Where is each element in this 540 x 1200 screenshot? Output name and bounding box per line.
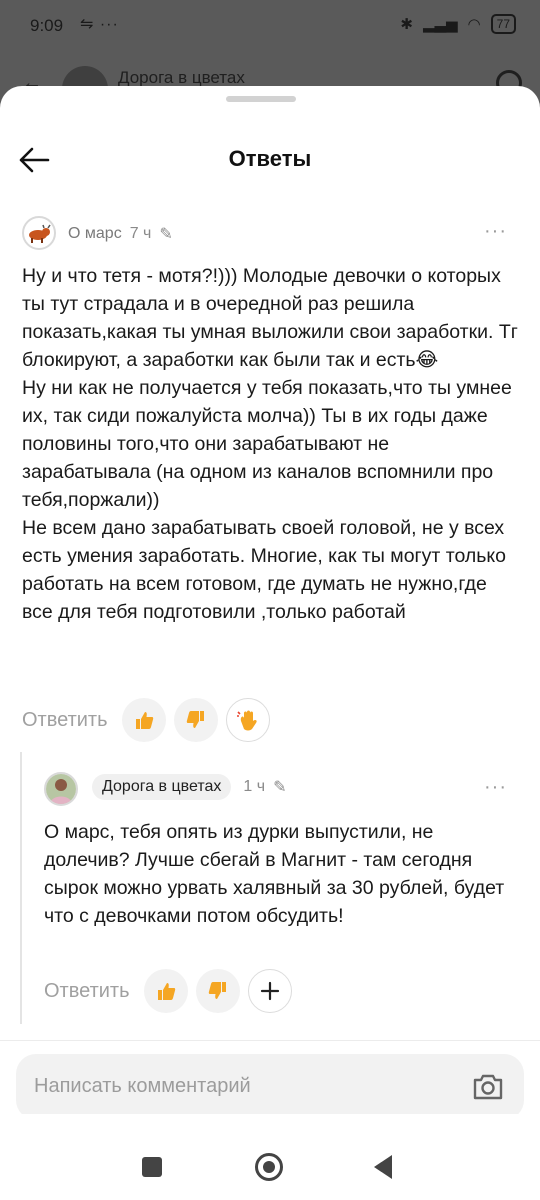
status-bar: 9:09 ⇋ ··· ✱ ▂▃▅ ◠ 77 [0, 0, 540, 52]
thumbs-down-icon[interactable] [195, 969, 240, 1013]
comment-author[interactable]: О марс [68, 225, 122, 243]
reply-text: О марс, тебя опять из дурки выпустили, н… [44, 821, 510, 927]
reply-meta: Дорога в цветах 1 ч ✎ [92, 774, 286, 800]
comment-more-icon[interactable]: ··· [484, 220, 507, 243]
comment-actions: Ответить [22, 698, 270, 742]
wifi-icon: ◠ [467, 16, 481, 33]
battery-icon: 77 [490, 14, 516, 34]
comment-avatar[interactable] [22, 216, 56, 250]
status-time: 9:09 [30, 16, 64, 35]
bull-avatar-icon [29, 224, 51, 243]
sheet-grabber[interactable] [226, 96, 296, 102]
reply-button[interactable]: Ответить [22, 709, 108, 732]
reply-time: 1 ч [243, 778, 266, 795]
comment-time: 7 ч [129, 225, 152, 242]
reply-actions: Ответить [44, 969, 292, 1013]
add-reaction-icon[interactable] [247, 969, 292, 1013]
waving-hand-icon[interactable] [225, 698, 270, 742]
edited-pencil-icon: ✎ [159, 226, 173, 243]
background-title: Дорога в цветах [118, 68, 245, 87]
comment-text: Ну и что тетя - мотя?!))) Молодые девочк… [22, 265, 518, 623]
comment-input-placeholder: Написать комментарий [34, 1075, 251, 1097]
comment-input[interactable]: Написать комментарий [16, 1054, 524, 1120]
thumbs-up-icon[interactable] [143, 969, 188, 1013]
sheet-title: Ответы [228, 146, 312, 171]
edited-pencil-icon: ✎ [273, 779, 287, 796]
bluetooth-icon: ✱ [400, 16, 413, 33]
signal-icon: ▂▃▅ [422, 16, 458, 33]
replies-sheet: Ответы О марс 7 ч ✎ ··· Ну и что тетя - … [0, 86, 540, 1200]
recent-apps-icon[interactable] [142, 1157, 162, 1177]
status-notification-icons: ⇋ ··· [80, 16, 119, 33]
comment-meta: О марс 7 ч ✎ [68, 224, 173, 244]
thumbs-down-icon[interactable] [173, 698, 218, 742]
camera-icon[interactable] [472, 1072, 504, 1102]
status-right-icons: ✱ ▂▃▅ ◠ 77 [400, 14, 516, 34]
composer-divider [0, 1040, 540, 1041]
system-back-icon[interactable] [374, 1155, 392, 1179]
reply-more-icon[interactable]: ··· [484, 776, 507, 799]
home-icon[interactable] [255, 1153, 283, 1181]
reply-avatar[interactable] [44, 772, 78, 806]
reply-author-chip[interactable]: Дорога в цветах [92, 774, 232, 800]
person-avatar-icon [46, 774, 76, 804]
thread-line [20, 752, 22, 1024]
thumbs-up-icon[interactable] [121, 698, 166, 742]
reply-button[interactable]: Ответить [44, 980, 130, 1003]
